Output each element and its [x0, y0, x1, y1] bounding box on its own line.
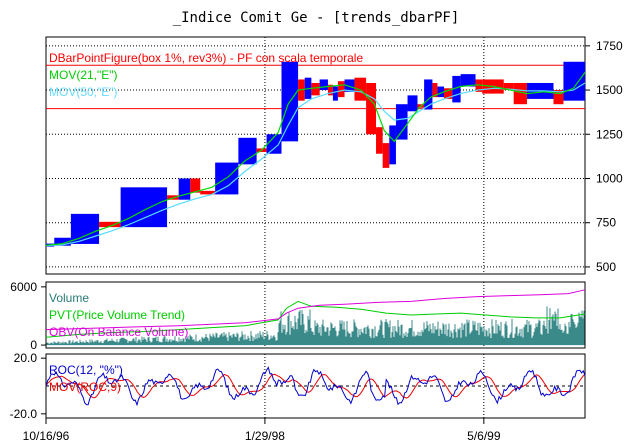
legend-pvt: PVT(Price Volume Trend) [49, 308, 185, 322]
pf-box [407, 95, 418, 112]
pf-box [395, 104, 408, 140]
roc-y-tick-label: -20.0 [10, 407, 38, 421]
pf-box [389, 125, 396, 165]
legend-volume: Volume [49, 291, 89, 305]
pf-box [178, 178, 191, 200]
price-y-tick-label: 1750 [596, 39, 623, 53]
pf-box [311, 82, 320, 96]
x-tick-label: 1/29/98 [245, 429, 285, 443]
legend-dbar-pf: DBarPointFigure(box 1%, rev3%) - PF con … [49, 51, 363, 65]
price-frame [45, 36, 586, 275]
chart-title: _Indice Comit Ge - [trends_dbarPF] [173, 10, 460, 26]
pf-box [382, 143, 390, 168]
pf-box [376, 127, 383, 154]
pf-box [332, 86, 338, 101]
roc-y-tick-label: 20.0 [14, 351, 38, 365]
pf-box [319, 79, 328, 91]
price-y-tick-label: 1000 [596, 171, 623, 185]
legend-obv: OBV(On Balance Volume) [49, 325, 188, 339]
chart-canvas: _Indice Comit Ge - [trends_dbarPF] 500 75… [10, 10, 623, 443]
price-y-tick-label: 750 [596, 216, 616, 230]
roc-panel: 20.0 -20.0 ROC(12, "%") MOV(ROC,9) [10, 351, 586, 421]
pf-box [215, 162, 239, 195]
volume-y-tick-label: 0 [30, 338, 37, 352]
price-y-ticks: 500 750 1000 1250 1500 1750 [585, 39, 623, 274]
pf-box [120, 187, 168, 228]
roc-y-ticks: 20.0 -20.0 [10, 351, 46, 421]
legend-movroc: MOV(ROC,9) [49, 380, 121, 394]
price-y-tick-label: 1250 [596, 127, 623, 141]
x-tick-label: 5/6/99 [467, 429, 501, 443]
pf-box [563, 61, 585, 101]
legend-mov50: MOV(50,"E") [49, 85, 118, 99]
pf-box [366, 82, 377, 135]
volume-panel: 0 6000 Volume PVT(Price Volume Trend) OBV… [10, 280, 586, 352]
price-y-tick-label: 500 [596, 260, 616, 274]
price-y-tick-label: 1500 [596, 83, 623, 97]
pf-box [424, 79, 433, 110]
price-panel: 500 750 1000 1250 1500 1750 DBarPointFigure(b… [45, 36, 623, 275]
pf-box [354, 77, 367, 101]
legend-roc: ROC(12, "%") [49, 363, 123, 377]
volume-y-ticks: 0 6000 [10, 280, 46, 352]
x-tick-label: 10/16/96 [23, 429, 70, 443]
volume-y-tick-label: 6000 [10, 280, 37, 294]
legend-mov21: MOV(21,"E") [49, 68, 118, 82]
pf-box [238, 137, 257, 165]
pf-box [337, 81, 345, 98]
x-axis: 10/16/96 1/29/98 5/6/99 [23, 418, 501, 443]
